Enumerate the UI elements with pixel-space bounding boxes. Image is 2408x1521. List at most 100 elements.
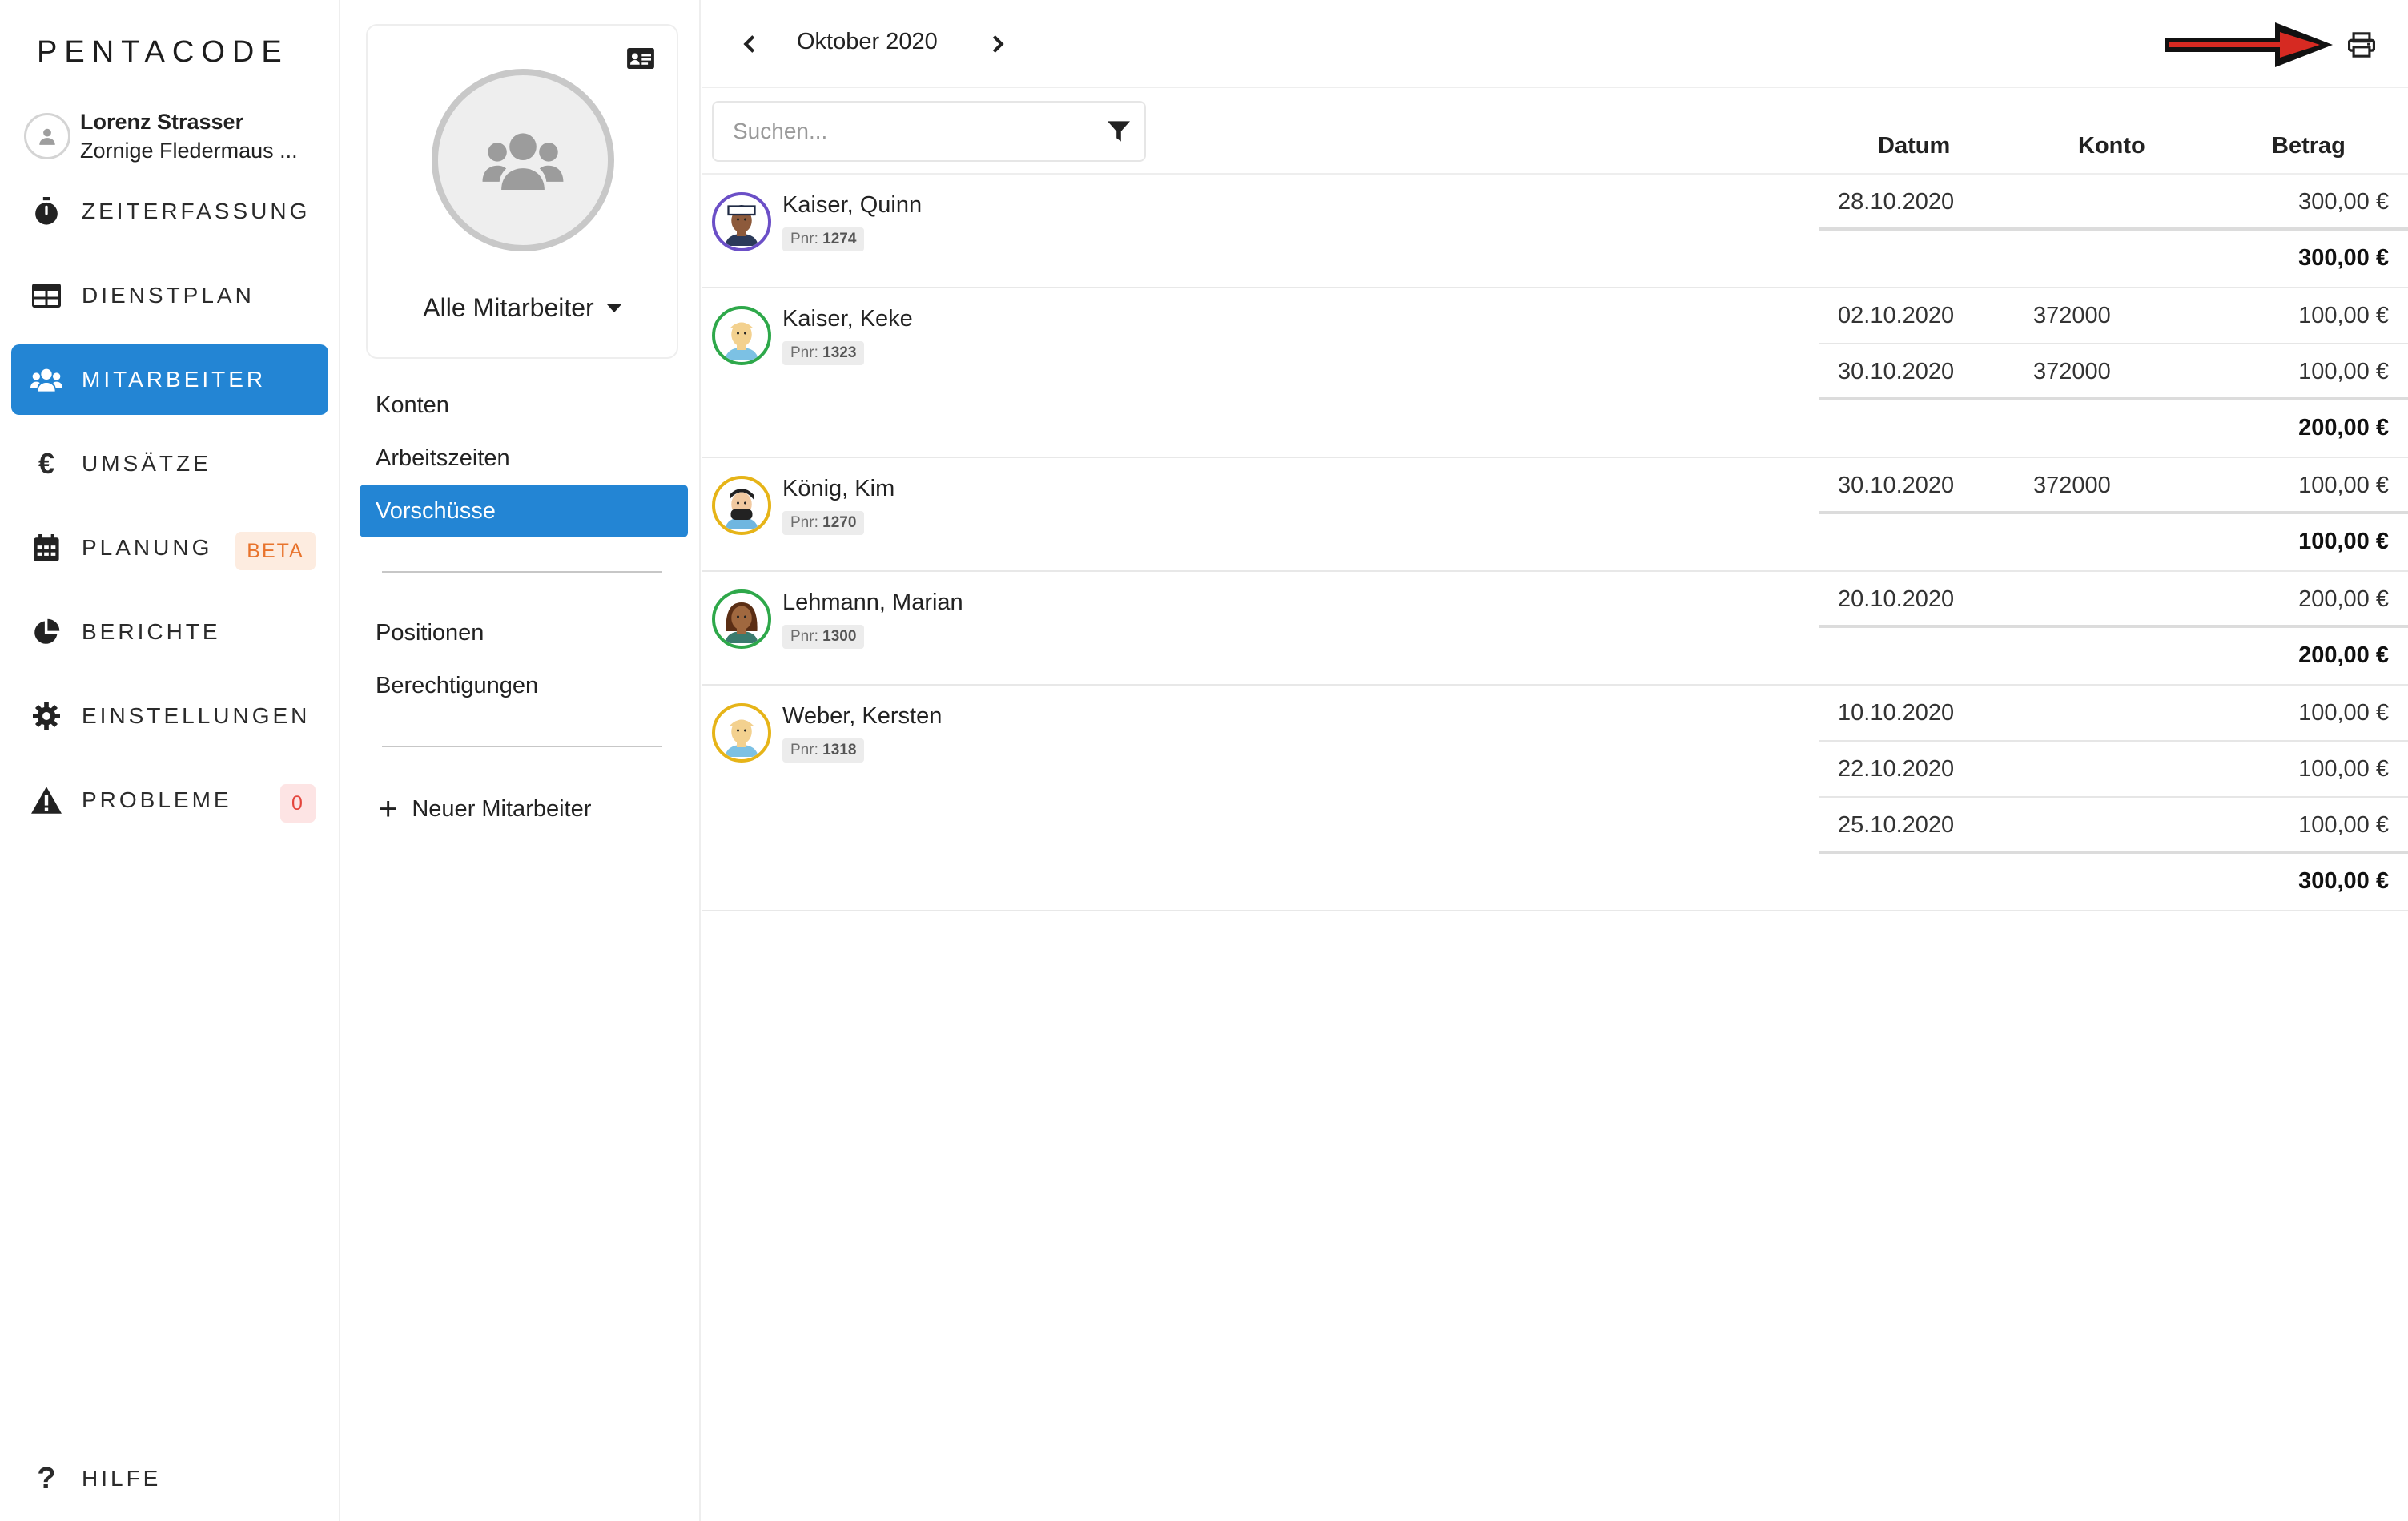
search-field[interactable] [712, 101, 1146, 162]
calendar-icon [30, 532, 62, 564]
app-logo[interactable]: PENTACODE [37, 35, 289, 70]
divider [382, 571, 662, 573]
pnr-label: Pnr: [790, 742, 818, 758]
employee-info[interactable]: Lehmann, Marian Pnr: 1300 [712, 589, 963, 649]
employee-group: Kaiser, Quinn Pnr: 1274 28.10.2020 300,0… [702, 175, 2408, 288]
caret-down-icon [606, 304, 621, 312]
advance-row[interactable]: 28.10.2020 300,00 € [1819, 175, 2408, 231]
advance-row[interactable]: 30.10.2020 372000 100,00 € [1819, 344, 2408, 400]
submenu-item-arbeitszeiten[interactable]: Arbeitszeiten [360, 432, 688, 485]
employee-group: König, Kim Pnr: 1270 30.10.2020 372000 1… [702, 458, 2408, 572]
pnr-label: Pnr: [790, 231, 818, 247]
submenu-item-konten[interactable]: Konten [360, 379, 688, 432]
employee-info[interactable]: Kaiser, Quinn Pnr: 1274 [712, 192, 922, 251]
problems-count-badge: 0 [280, 784, 316, 823]
employee-panel: Alle Mitarbeiter Konten Arbeitszeiten Vo… [342, 0, 701, 1521]
advance-row[interactable]: 10.10.2020 100,00 € [1819, 686, 2408, 742]
new-employee-label: Neuer Mitarbeiter [412, 795, 592, 822]
advance-total: 300,00 € [2298, 245, 2389, 271]
employee-info[interactable]: König, Kim Pnr: 1270 [712, 476, 894, 535]
employee-name: Kaiser, Keke [782, 306, 913, 332]
pnr-value: 1323 [822, 344, 857, 361]
employee-group: Weber, Kersten Pnr: 1318 10.10.2020 100,… [702, 686, 2408, 911]
nav-item-planung[interactable]: PLANUNG BETA [11, 513, 328, 583]
advances-view: Oktober 2020 Datum Konto Betrag [702, 0, 2408, 1521]
nav-label: PLANUNG [82, 535, 213, 560]
advance-total: 200,00 € [2298, 642, 2389, 668]
warning-icon [30, 784, 62, 816]
pnr-value: 1270 [822, 514, 857, 531]
nav-item-mitarbeiter[interactable]: MITARBEITER [11, 344, 328, 415]
previous-month-button[interactable] [730, 24, 770, 64]
id-card-icon[interactable] [627, 48, 654, 73]
advance-total-row: 100,00 € [1819, 514, 2408, 570]
employee-name: König, Kim [782, 476, 895, 501]
employee-group-dropdown[interactable]: Alle Mitarbeiter [368, 293, 677, 323]
employee-submenu-bottom: Positionen Berechtigungen [360, 606, 688, 712]
advance-date: 10.10.2020 [1838, 700, 1955, 726]
employee-avatar [712, 306, 771, 365]
employee-group: Kaiser, Keke Pnr: 1323 02.10.2020 372000… [702, 288, 2408, 458]
nav-item-hilfe[interactable]: ? HILFE [30, 1461, 161, 1495]
employee-name: Kaiser, Quinn [782, 192, 923, 218]
employee-avatar [712, 703, 771, 763]
print-button[interactable] [2344, 27, 2379, 62]
pie-chart-icon [30, 616, 62, 648]
advance-total-row: 200,00 € [1819, 628, 2408, 684]
next-month-button[interactable] [978, 24, 1018, 64]
advance-amount: 100,00 € [2298, 756, 2389, 782]
submenu-item-berechtigungen[interactable]: Berechtigungen [360, 659, 688, 712]
advance-row[interactable]: 22.10.2020 100,00 € [1819, 742, 2408, 798]
stopwatch-icon [30, 195, 62, 227]
new-employee-button[interactable]: + Neuer Mitarbeiter [379, 793, 591, 825]
nav-item-dienstplan[interactable]: DIENSTPLAN [11, 260, 328, 331]
advance-date: 02.10.2020 [1838, 303, 1955, 328]
nav-item-umsaetze[interactable]: € UMSÄTZE [11, 429, 328, 499]
advance-row[interactable]: 02.10.2020 372000 100,00 € [1819, 288, 2408, 344]
plus-icon: + [379, 791, 398, 827]
user-name: Lorenz Strasser [80, 110, 244, 134]
advance-total-row: 200,00 € [1819, 400, 2408, 457]
column-header-datum[interactable]: Datum [1878, 133, 1950, 159]
current-month: Oktober 2020 [797, 29, 938, 54]
chevron-right-icon [992, 35, 1004, 53]
advance-row[interactable]: 30.10.2020 372000 100,00 € [1819, 458, 2408, 514]
month-toolbar: Oktober 2020 [702, 0, 2408, 88]
column-header-betrag[interactable]: Betrag [2272, 133, 2346, 159]
personnel-number-badge: Pnr: 1300 [782, 625, 865, 649]
group-label: Alle Mitarbeiter [423, 293, 594, 322]
search-input[interactable] [733, 119, 1085, 144]
column-header-konto[interactable]: Konto [2078, 133, 2145, 159]
nav-item-berichte[interactable]: BERICHTE [11, 597, 328, 667]
submenu-item-positionen[interactable]: Positionen [360, 606, 688, 659]
users-icon [30, 364, 62, 396]
nav-list: ZEITERFASSUNG DIENSTPLAN MITARBEITER € U… [11, 176, 328, 849]
advance-total: 200,00 € [2298, 415, 2389, 441]
advance-amount: 100,00 € [2298, 303, 2389, 328]
advance-total-row: 300,00 € [1819, 854, 2408, 910]
advance-date: 28.10.2020 [1838, 189, 1955, 215]
main-navigation: PENTACODE Lorenz Strasser Zornige Fleder… [0, 0, 340, 1521]
nav-label: ZEITERFASSUNG [82, 199, 311, 223]
filter-icon[interactable] [1108, 120, 1130, 147]
nav-item-zeiterfassung[interactable]: ZEITERFASSUNG [11, 176, 328, 247]
employee-info[interactable]: Kaiser, Keke Pnr: 1323 [712, 306, 913, 365]
submenu-item-vorschuesse[interactable]: Vorschüsse [360, 485, 688, 537]
employee-info[interactable]: Weber, Kersten Pnr: 1318 [712, 703, 942, 763]
nav-item-probleme[interactable]: PROBLEME 0 [11, 765, 328, 835]
employee-name: Weber, Kersten [782, 703, 943, 729]
advance-row[interactable]: 25.10.2020 100,00 € [1819, 798, 2408, 854]
advance-amount: 100,00 € [2298, 700, 2389, 726]
nav-item-einstellungen[interactable]: EINSTELLUNGEN [11, 681, 328, 751]
advance-total: 300,00 € [2298, 868, 2389, 894]
divider [382, 746, 662, 747]
question-icon: ? [37, 1461, 56, 1495]
advance-date: 25.10.2020 [1838, 812, 1955, 838]
advance-account: 372000 [2033, 359, 2111, 384]
personnel-number-badge: Pnr: 1318 [782, 738, 865, 763]
personnel-number-badge: Pnr: 1270 [782, 511, 865, 535]
advance-date: 30.10.2020 [1838, 359, 1955, 384]
advance-row[interactable]: 20.10.2020 200,00 € [1819, 572, 2408, 628]
user-profile[interactable]: Lorenz Strasser Zornige Fledermaus ... [24, 107, 298, 165]
pnr-label: Pnr: [790, 628, 818, 645]
